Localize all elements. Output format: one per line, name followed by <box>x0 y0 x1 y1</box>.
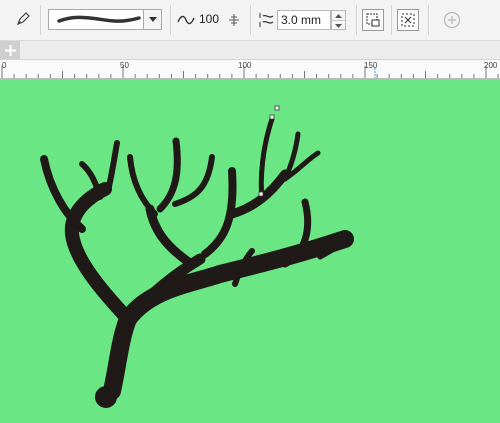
separator <box>391 5 392 35</box>
smoothness-lock-button[interactable] <box>226 10 242 30</box>
spin-up-button[interactable] <box>332 11 345 21</box>
property-bar: 100 3.0 mm <box>0 0 500 41</box>
dropdown-button[interactable] <box>143 10 161 29</box>
ruler-label: 100 <box>238 61 252 70</box>
plus-icon <box>4 44 16 56</box>
smoothing-icon <box>176 11 196 29</box>
scale-with-object-button[interactable] <box>362 9 384 31</box>
separator <box>428 5 429 35</box>
node-handle <box>258 191 264 197</box>
brush-stroke-preview <box>57 15 141 23</box>
ruler-label: 0 <box>2 61 7 70</box>
spin-down-button[interactable] <box>332 21 345 30</box>
add-icon <box>443 11 461 29</box>
smoothness-lock-icon <box>229 14 239 26</box>
separator <box>250 5 251 35</box>
separator <box>40 5 41 35</box>
ruler-label: 150 <box>364 61 378 70</box>
trunk-base <box>95 386 117 408</box>
node-handle <box>274 105 280 111</box>
drawing-canvas[interactable] <box>0 79 500 423</box>
new-document-tab-button[interactable] <box>0 41 20 59</box>
ruler-label: 200 <box>484 61 498 70</box>
separator <box>356 5 357 35</box>
stroke-width-icon <box>256 10 276 30</box>
stroke-width-input[interactable]: 3.0 mm <box>277 10 331 30</box>
ruler-label: 50 <box>120 61 129 70</box>
document-tab-bar <box>0 41 500 60</box>
brush-stroke-select[interactable] <box>48 9 162 30</box>
add-button[interactable] <box>441 9 463 31</box>
pen-tool-button[interactable] <box>12 8 34 30</box>
bounding-box-button[interactable] <box>397 9 419 31</box>
horizontal-ruler[interactable]: 0 50 100 150 200 <box>0 60 500 79</box>
dropdown-arrow-icon <box>148 16 157 22</box>
pen-tool-icon <box>16 12 30 26</box>
separator <box>170 5 171 35</box>
smoothness-input[interactable]: 100 <box>196 10 226 30</box>
tree-branch-drawing[interactable] <box>0 79 500 423</box>
stroke-width-spinner[interactable] <box>331 10 346 30</box>
node-handle <box>269 114 275 120</box>
scale-with-object-icon <box>366 13 380 27</box>
bounding-box-icon <box>401 13 415 27</box>
